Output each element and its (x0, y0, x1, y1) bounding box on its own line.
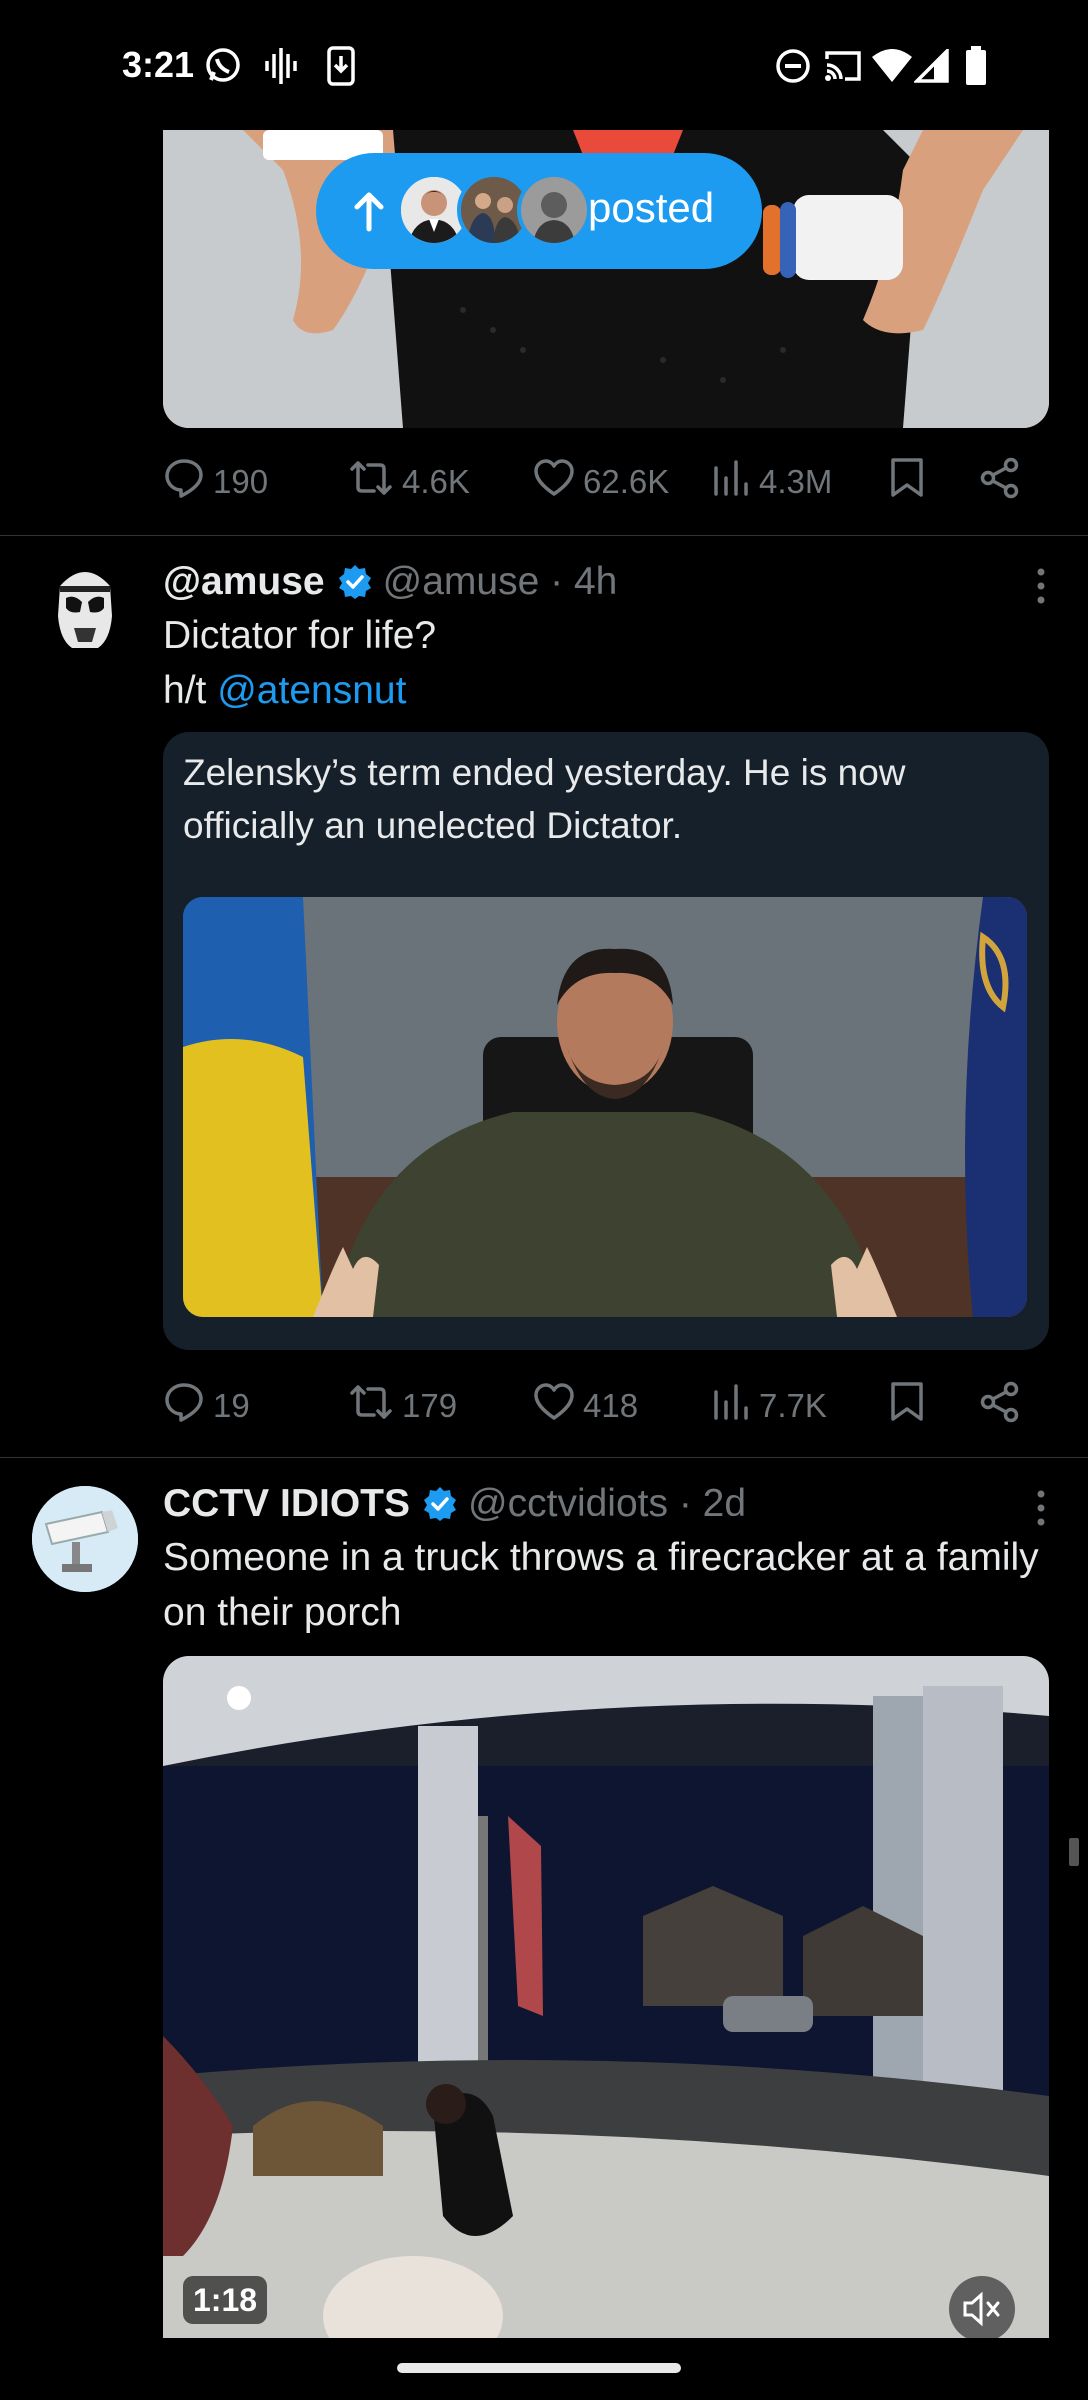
cast-icon (823, 46, 863, 86)
battery-icon (965, 46, 987, 86)
status-time: 3:21 (122, 44, 195, 85)
post-2-text: Dictator for life? h/t @atensnut (163, 608, 1049, 718)
scrollbar-thumb[interactable] (1069, 1838, 1079, 1866)
post-1-actions: 190 4.6K 62.6K 4.3M (163, 452, 1025, 512)
post-text-line: h/t @atensnut (163, 663, 1049, 718)
repost-count: 179 (402, 1387, 458, 1424)
porch-video-frame (163, 1656, 1049, 2338)
post-3-avatar[interactable] (32, 1486, 138, 1592)
share-button[interactable] (979, 452, 1029, 512)
status-bar: 3:21 (0, 0, 1088, 130)
whatsapp-icon (203, 46, 243, 86)
post-1[interactable]: posted 190 4.6K 62.6K 4.3M (0, 130, 1088, 535)
post-3-video[interactable]: 1:18 (163, 1656, 1049, 2338)
repost-count: 4.6K (402, 463, 470, 500)
share-icon (979, 1381, 1029, 1431)
post-2-actions: 19 179 418 7.7K (163, 1376, 1025, 1436)
post-2[interactable]: @amuse @amuse · 4h Dictator for life? h/… (0, 536, 1088, 1456)
bookmark-icon (889, 1381, 933, 1431)
views-count: 4.3M (759, 463, 833, 500)
like-count: 418 (583, 1387, 639, 1424)
display-name[interactable]: CCTV IDIOTS (163, 1482, 410, 1526)
pill-avatar-3 (517, 173, 591, 247)
like-button[interactable]: 62.6K (533, 452, 669, 512)
video-duration: 1:18 (183, 2276, 268, 2324)
reply-icon (163, 457, 213, 507)
share-icon (979, 457, 1029, 507)
dnd-icon (775, 46, 811, 86)
post-2-avatar[interactable] (32, 556, 138, 662)
views-button[interactable]: 4.3M (711, 452, 832, 512)
download-icon (326, 46, 356, 86)
handle[interactable]: @amuse (383, 560, 540, 604)
share-button[interactable] (979, 1376, 1029, 1436)
repost-button[interactable]: 179 (348, 1376, 457, 1436)
reply-button[interactable]: 190 (163, 452, 268, 512)
cctv-camera-avatar (32, 1486, 138, 1592)
views-button[interactable]: 7.7K (711, 1376, 827, 1436)
repost-icon (348, 1381, 402, 1431)
handle[interactable]: @cctvidiots (468, 1482, 668, 1526)
post-text-line: Dictator for life? (163, 614, 437, 657)
zelensky-photo (183, 897, 1027, 1317)
post-3-header: CCTV IDIOTS @cctvidiots · 2d (163, 1478, 1049, 1530)
quoted-post-card[interactable]: Zelensky’s term ended yesterday. He is n… (163, 732, 1049, 1350)
dot-separator: · (539, 560, 574, 603)
post-2-header: @amuse @amuse · 4h (163, 556, 1049, 608)
like-count: 62.6K (583, 463, 670, 500)
dot-separator: · (668, 1482, 703, 1525)
display-name[interactable]: @amuse (163, 560, 325, 604)
repost-button[interactable]: 4.6K (348, 452, 470, 512)
bookmark-button[interactable] (889, 1376, 933, 1436)
more-options-icon[interactable] (1029, 1488, 1053, 1528)
signal-icon (914, 46, 950, 86)
arrow-up-icon (351, 189, 387, 238)
new-posts-pill[interactable]: posted (316, 153, 762, 269)
bookmark-button[interactable] (889, 452, 933, 512)
post-text-prefix: h/t (163, 669, 218, 712)
quoted-post-text: Zelensky’s term ended yesterday. He is n… (183, 752, 906, 846)
post-3[interactable]: CCTV IDIOTS @cctvidiots · 2d Someone in … (0, 1458, 1088, 2338)
muted-speaker-icon (963, 2291, 1000, 2327)
mute-button[interactable] (949, 2276, 1015, 2338)
views-icon (711, 458, 759, 506)
post-time[interactable]: 4h (574, 560, 617, 604)
like-button[interactable]: 418 (533, 1376, 638, 1436)
more-options-icon[interactable] (1029, 566, 1053, 606)
views-count: 7.7K (759, 1387, 827, 1424)
pill-label: posted (588, 184, 715, 231)
bookmark-icon (889, 457, 933, 507)
verified-badge-icon (337, 564, 373, 600)
heart-icon (533, 1382, 583, 1430)
wifi-icon (871, 46, 913, 86)
reply-count: 19 (213, 1387, 250, 1424)
reply-count: 190 (213, 463, 269, 500)
reply-icon (163, 1381, 213, 1431)
quoted-post-image[interactable] (183, 897, 1027, 1317)
views-icon (711, 1382, 759, 1430)
home-gesture-handle[interactable] (397, 2363, 681, 2373)
post-3-text: Someone in a truck throws a firecracker … (163, 1536, 1039, 1634)
soundwave-icon (264, 46, 298, 86)
post-time[interactable]: 2d (703, 1482, 746, 1526)
heart-icon (533, 458, 583, 506)
repost-icon (348, 457, 402, 507)
stormtrooper-avatar (32, 556, 138, 662)
mention-link[interactable]: @atensnut (217, 669, 406, 712)
verified-badge-icon (422, 1486, 458, 1522)
reply-button[interactable]: 19 (163, 1376, 250, 1436)
